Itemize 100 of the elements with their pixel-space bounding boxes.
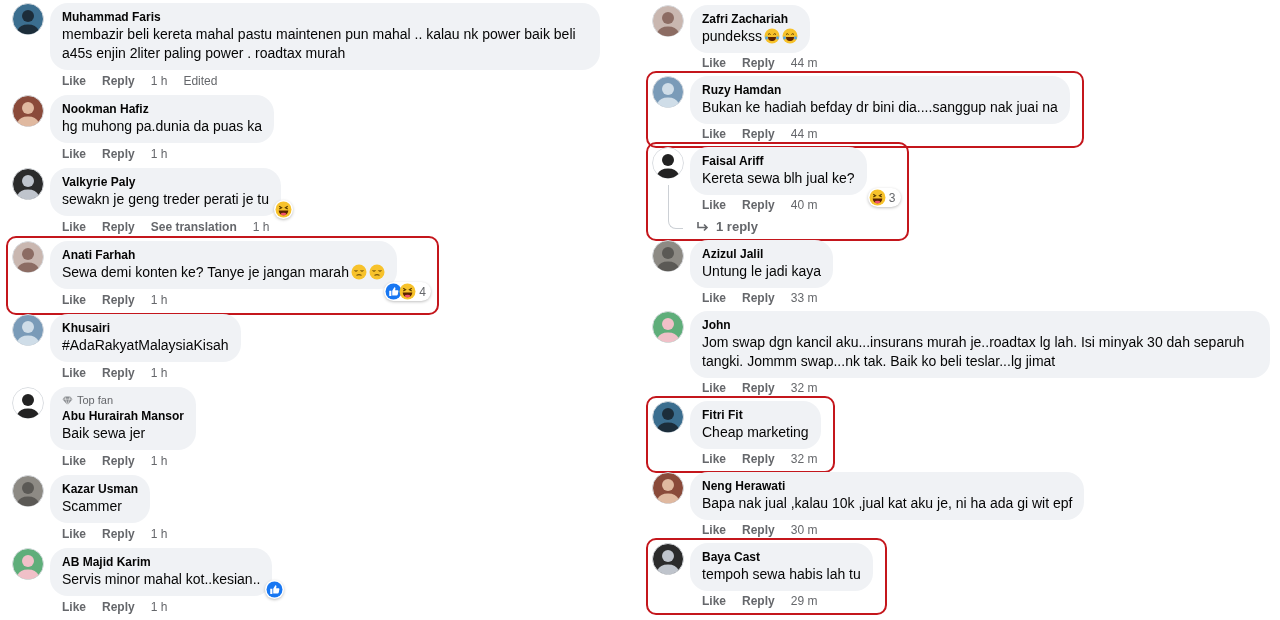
comment-action-link[interactable]: Reply xyxy=(102,366,135,381)
commenter-name[interactable]: Nookman Hafiz xyxy=(62,101,263,117)
comment-action-link[interactable]: Like xyxy=(702,594,726,609)
commenter-name[interactable]: Fitri Fit xyxy=(702,407,809,423)
thumbs-up-icon xyxy=(266,581,284,598)
comment-action-link[interactable]: Like xyxy=(62,74,86,89)
pensive-emoji-icon xyxy=(350,264,367,280)
commenter-name[interactable]: Baya Cast xyxy=(702,549,861,565)
comment-text: sewakn je geng treder perati je tu xyxy=(62,191,269,207)
commenter-name[interactable]: Zafri Zachariah xyxy=(702,11,798,27)
thumbs-up-icon xyxy=(385,283,403,300)
comment-text: hg muhong pa.dunia da puas ka xyxy=(62,118,263,134)
avatar[interactable] xyxy=(652,147,684,179)
commenter-name[interactable]: Valkyrie Paly xyxy=(62,174,269,190)
comment-action-link[interactable]: Like xyxy=(62,147,86,162)
reaction-count: 4 xyxy=(418,284,427,299)
comment-text: Bapa nak jual ,kalau 10k ,jual kat aku je, ni ha ada gi wit epf xyxy=(702,495,1073,511)
timestamp: 40 m xyxy=(790,198,818,213)
avatar[interactable] xyxy=(652,472,684,504)
commenter-name[interactable]: Anati Farhah xyxy=(62,247,385,263)
comment-action-link[interactable]: Like xyxy=(62,527,86,542)
timestamp: 1 h xyxy=(150,600,168,615)
timestamp: 32 m xyxy=(790,452,818,467)
comment-action-link[interactable]: Like xyxy=(702,381,726,396)
avatar[interactable] xyxy=(652,240,684,272)
commenter-name[interactable]: Ruzy Hamdan xyxy=(702,82,1058,98)
commenter-name[interactable]: John xyxy=(702,317,1258,333)
comment-action-link[interactable]: Reply xyxy=(102,147,135,162)
comment-action-link[interactable]: Reply xyxy=(102,454,135,469)
comment-action-link[interactable]: Reply xyxy=(102,527,135,542)
comment-action-link[interactable]: Reply xyxy=(742,523,775,538)
commenter-name[interactable]: Muhammad Faris xyxy=(62,9,588,25)
comment-action-link[interactable]: Like xyxy=(62,220,86,235)
comment-action-link[interactable]: Like xyxy=(62,454,86,469)
comment-text: Baik sewa jer xyxy=(62,425,146,441)
commenter-name[interactable]: Azizul Jalil xyxy=(702,246,822,262)
timestamp: 1 h xyxy=(252,220,270,235)
avatar[interactable] xyxy=(652,543,684,575)
tears-of-joy-emoji-icon xyxy=(781,28,798,44)
timestamp: 44 m xyxy=(790,56,818,71)
commenter-name[interactable]: Khusairi xyxy=(62,320,229,336)
comment-text: Untung le jadi kaya xyxy=(702,263,822,279)
comment-action-link[interactable]: Reply xyxy=(742,56,775,71)
comment-action-link[interactable]: Like xyxy=(702,127,726,142)
commenter-name[interactable]: Faisal Ariff xyxy=(702,153,855,169)
comment-action-link[interactable]: Reply xyxy=(742,452,775,467)
translation-link[interactable]: See translation xyxy=(150,220,237,235)
timestamp: 29 m xyxy=(790,594,818,609)
top-fan-label: Top fan xyxy=(77,393,114,407)
reaction-badge[interactable]: 4 xyxy=(384,282,431,301)
avatar[interactable] xyxy=(12,95,44,127)
comment-text: membazir beli kereta mahal pastu maintenen pun mahal .. kalau nk power baik beli a45s enjin 2liter paling power . roadtax murah xyxy=(62,26,576,61)
view-replies-link[interactable]: 1 reply xyxy=(696,218,758,236)
comment-text: Cheap marketing xyxy=(702,424,809,440)
comment-text: Kereta sewa blh jual ke? xyxy=(702,170,855,186)
comment-action-link[interactable]: Reply xyxy=(102,220,135,235)
reaction-count: 3 xyxy=(887,190,897,205)
commenter-name[interactable]: Abu Hurairah Mansor xyxy=(62,408,184,424)
comment-action-link[interactable]: Reply xyxy=(742,381,775,396)
avatar[interactable] xyxy=(12,168,44,200)
comment-action-link[interactable]: Reply xyxy=(742,291,775,306)
comment-action-link[interactable]: Reply xyxy=(102,74,135,89)
comment-action-link[interactable]: Like xyxy=(702,523,726,538)
laughing-face-icon xyxy=(399,283,417,300)
comment-action-link[interactable]: Like xyxy=(702,291,726,306)
comment-action-link[interactable]: Like xyxy=(702,198,726,213)
avatar[interactable] xyxy=(12,3,44,35)
timestamp: 1 h xyxy=(150,147,168,162)
comment-text: Jom swap dgn kancil aku...insurans murah je..roadtax lg lah. Isi minyak 30 dah separuh tangki. Jommm swap...nk tak. Baik ko beli teslar...lg jimat xyxy=(702,334,1245,369)
comment-action-link[interactable]: Reply xyxy=(102,600,135,615)
comment-action-link[interactable]: Like xyxy=(702,452,726,467)
pensive-emoji-icon xyxy=(368,264,385,280)
comment-action-link[interactable]: Reply xyxy=(742,594,775,609)
commenter-name[interactable]: Kazar Usman xyxy=(62,481,139,497)
comment-action-link[interactable]: Like xyxy=(702,56,726,71)
laughing-face-icon xyxy=(275,201,292,218)
avatar[interactable] xyxy=(12,475,44,507)
comment-action-link[interactable]: Like xyxy=(62,600,86,615)
timestamp: 30 m xyxy=(790,523,818,538)
reaction-badge[interactable]: 3 xyxy=(867,188,901,207)
comment-action-link[interactable]: Reply xyxy=(102,293,135,308)
timestamp: 44 m xyxy=(790,127,818,142)
thread-line xyxy=(668,185,683,229)
comment-text: #AdaRakyatMalaysiaKisah xyxy=(62,337,229,353)
comment-text: pundekss xyxy=(702,28,762,44)
comment-action-link[interactable]: Reply xyxy=(742,127,775,142)
avatar[interactable] xyxy=(12,387,44,419)
comment-action-link[interactable]: Like xyxy=(62,366,86,381)
timestamp: 1 h xyxy=(150,366,168,381)
comment-text: Scammer xyxy=(62,498,122,514)
comment-text: Bukan ke hadiah befday dr bini dia....sanggup nak juai na xyxy=(702,99,1058,115)
commenter-name[interactable]: AB Majid Karim xyxy=(62,554,261,570)
comment-action-link[interactable]: Reply xyxy=(742,198,775,213)
comment-text: tempoh sewa habis lah tu xyxy=(702,566,861,582)
reaction-badge[interactable] xyxy=(274,200,293,219)
reply-arrow-icon xyxy=(696,221,710,233)
commenter-name[interactable]: Neng Herawati xyxy=(702,478,1073,494)
comment-action-link[interactable]: Like xyxy=(62,293,86,308)
timestamp: 32 m xyxy=(790,381,818,396)
avatar[interactable] xyxy=(652,401,684,433)
